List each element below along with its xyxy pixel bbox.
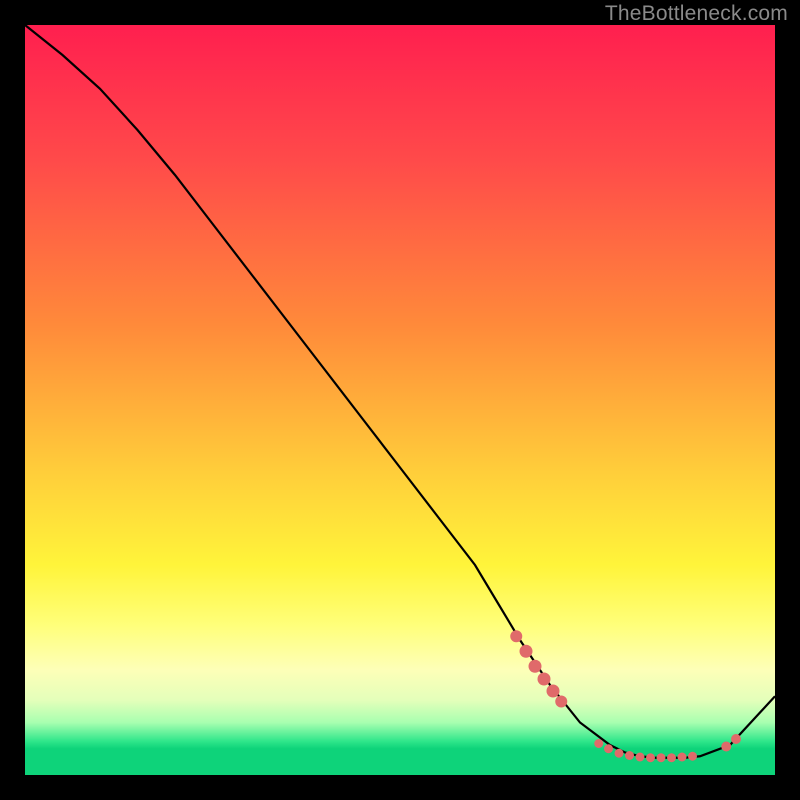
data-marker <box>555 696 567 708</box>
data-marker <box>547 685 560 698</box>
watermark-text: TheBottleneck.com <box>605 2 788 26</box>
data-marker <box>688 752 697 761</box>
data-marker <box>625 751 634 760</box>
data-marker <box>615 749 624 758</box>
data-marker <box>678 753 687 762</box>
marker-group <box>510 630 741 762</box>
data-marker <box>721 742 731 752</box>
data-marker <box>520 645 533 658</box>
data-marker <box>636 753 645 762</box>
data-marker <box>538 673 551 686</box>
data-marker <box>731 734 741 744</box>
data-marker <box>646 753 655 762</box>
data-marker <box>667 753 676 762</box>
chart-svg <box>25 25 775 775</box>
chart-plot-area <box>25 25 775 775</box>
data-marker <box>594 739 603 748</box>
data-marker <box>529 660 542 673</box>
data-marker <box>510 630 522 642</box>
curve-line <box>25 25 775 758</box>
data-marker <box>657 753 666 762</box>
data-marker <box>604 744 613 753</box>
